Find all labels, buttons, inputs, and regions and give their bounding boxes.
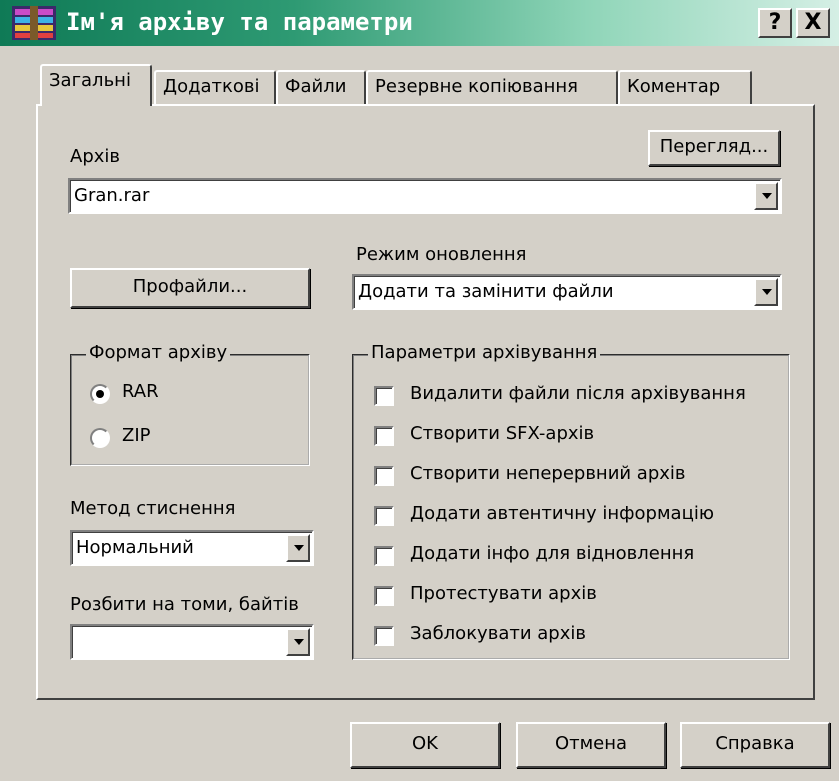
archive-label: Архів — [70, 146, 121, 167]
archiving-options-title: Параметри архівування — [368, 342, 601, 363]
compression-method-label: Метод стиснення — [70, 498, 236, 519]
format-rar-radio[interactable] — [90, 384, 110, 404]
format-zip-radio[interactable] — [90, 428, 110, 448]
compression-method-dropdown-arrow-icon[interactable] — [286, 534, 310, 562]
compression-method-select[interactable]: Нормальний — [70, 530, 314, 566]
format-rar-label[interactable]: RAR — [122, 381, 159, 402]
update-mode-dropdown-arrow-icon[interactable] — [754, 278, 778, 306]
archive-name-value: Gran.rar — [74, 185, 150, 206]
ok-button[interactable]: OK — [350, 722, 500, 768]
delete-files-label[interactable]: Видалити файли після архівування — [410, 383, 746, 404]
cancel-button[interactable]: Отмена — [516, 722, 666, 768]
archive-format-title: Формат архіву — [86, 342, 231, 363]
solid-archive-checkbox[interactable] — [374, 466, 394, 486]
archive-format-group: Формат архіву — [70, 342, 310, 466]
help-title-button[interactable]: ? — [758, 8, 792, 38]
profiles-button[interactable]: Профайли... — [70, 268, 310, 308]
authenticity-info-checkbox[interactable] — [374, 506, 394, 526]
browse-button[interactable]: Перегляд... — [648, 130, 780, 166]
tab-comment[interactable]: Коментар — [618, 70, 752, 104]
archive-dropdown-arrow-icon[interactable] — [754, 182, 778, 210]
archive-name-combobox[interactable]: Gran.rar — [68, 178, 782, 214]
lock-archive-checkbox[interactable] — [374, 626, 394, 646]
recovery-record-label[interactable]: Додати інфо для відновлення — [410, 543, 694, 564]
test-archive-checkbox[interactable] — [374, 586, 394, 606]
tab-advanced[interactable]: Додаткові — [154, 70, 276, 104]
winrar-app-icon — [12, 6, 56, 40]
solid-archive-label[interactable]: Створити неперервний архів — [410, 463, 686, 484]
authenticity-info-label[interactable]: Додати автентичну інформацію — [410, 503, 714, 524]
create-sfx-label[interactable]: Створити SFX-архів — [410, 423, 594, 444]
split-volumes-label: Розбити на томи, байтів — [70, 594, 299, 615]
update-mode-select[interactable]: Додати та замінити файли — [352, 274, 782, 310]
split-volumes-dropdown-arrow-icon[interactable] — [286, 628, 310, 656]
window-title: Ім'я архіву та параметри — [66, 8, 413, 36]
test-archive-label[interactable]: Протестувати архів — [410, 583, 597, 604]
update-mode-value: Додати та замінити файли — [358, 281, 614, 302]
title-bar[interactable]: Ім'я архіву та параметри ? X — [0, 0, 839, 46]
lock-archive-label[interactable]: Заблокувати архів — [410, 623, 586, 644]
tab-backup[interactable]: Резервне копіювання — [366, 70, 618, 104]
update-mode-label: Режим оновлення — [356, 244, 527, 265]
delete-files-checkbox[interactable] — [374, 386, 394, 406]
help-button[interactable]: Справка — [680, 722, 830, 768]
recovery-record-checkbox[interactable] — [374, 546, 394, 566]
split-volumes-combobox[interactable] — [70, 624, 314, 660]
close-title-button[interactable]: X — [796, 8, 830, 38]
format-zip-label[interactable]: ZIP — [122, 425, 151, 446]
compression-method-value: Нормальний — [76, 537, 194, 558]
tab-general[interactable]: Загальні — [40, 64, 152, 106]
tab-files[interactable]: Файли — [276, 70, 366, 104]
create-sfx-checkbox[interactable] — [374, 426, 394, 446]
